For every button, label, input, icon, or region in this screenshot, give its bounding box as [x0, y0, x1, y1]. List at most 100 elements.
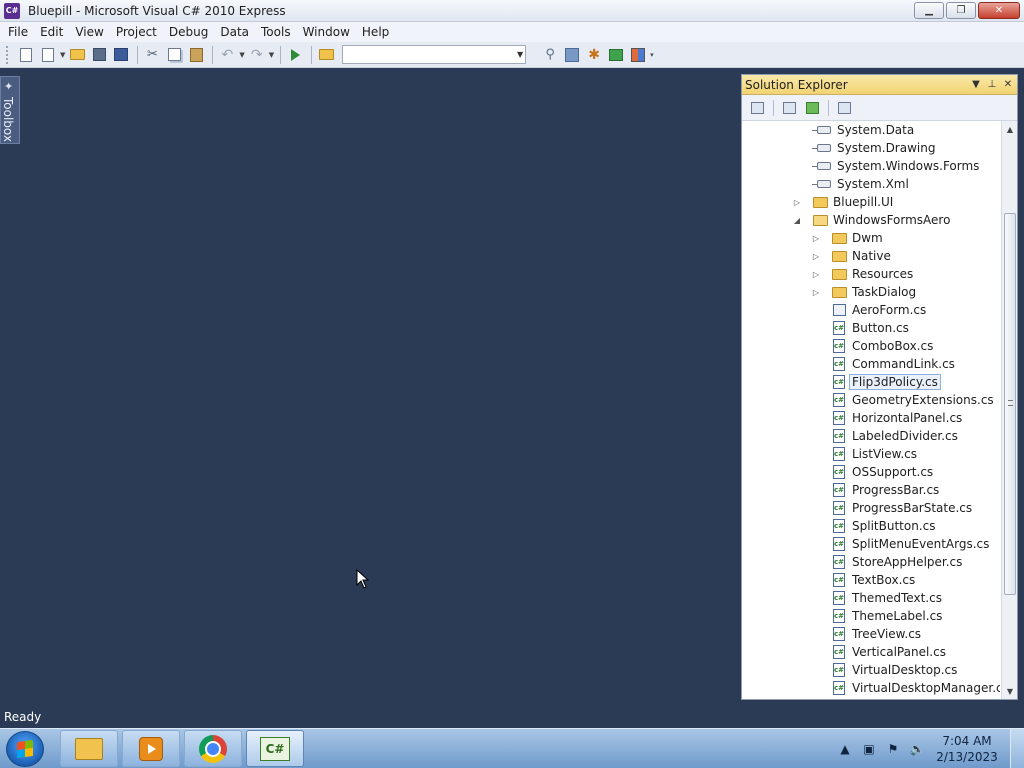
copy-button[interactable] — [164, 45, 184, 65]
chevron-down-icon[interactable]: ▼ — [517, 50, 523, 59]
tree-item[interactable]: c# CommandLink.cs — [742, 355, 1000, 373]
window-position-dropdown-icon[interactable]: ▼ — [969, 79, 983, 90]
tree-item[interactable]: c# Button.cs — [742, 319, 1000, 337]
tree-item[interactable]: c# ProgressBarState.cs — [742, 499, 1000, 517]
menu-project[interactable]: Project — [110, 22, 163, 42]
menu-edit[interactable]: Edit — [34, 22, 69, 42]
toolbar-grip[interactable] — [6, 45, 10, 64]
expand-arrow-icon[interactable]: ▷ — [811, 270, 821, 279]
cut-button[interactable]: ✂ — [142, 45, 162, 65]
tree-item[interactable]: c# TextBox.cs — [742, 571, 1000, 589]
show-all-files-button[interactable] — [780, 99, 798, 117]
tree-item[interactable]: c# Flip3dPolicy.cs — [742, 373, 1000, 391]
tree-item[interactable]: System.Data — [742, 121, 1000, 139]
close-panel-icon[interactable]: ✕ — [1001, 79, 1015, 90]
extension-manager-button[interactable] — [628, 45, 648, 65]
menu-debug[interactable]: Debug — [163, 22, 214, 42]
undo-dropdown-icon[interactable]: ▼ — [239, 51, 244, 59]
tree-item[interactable]: c# VirtualDesktop.cs — [742, 661, 1000, 679]
redo-button[interactable]: ↷ — [247, 45, 267, 65]
expand-arrow-icon[interactable]: ▷ — [811, 288, 821, 297]
start-button[interactable] — [6, 731, 44, 767]
taskbar-visual-csharp-button[interactable]: C# — [246, 730, 304, 767]
taskbar-chrome-button[interactable] — [184, 730, 242, 767]
new-project-button[interactable] — [16, 45, 36, 65]
start-debugging-button[interactable] — [285, 45, 305, 65]
tree-item[interactable]: ▷ Resources — [742, 265, 1000, 283]
menu-view[interactable]: View — [69, 22, 109, 42]
properties-button[interactable] — [562, 45, 582, 65]
undo-button[interactable]: ↶ — [217, 45, 237, 65]
menu-tools[interactable]: Tools — [255, 22, 297, 42]
properties-button[interactable] — [748, 99, 766, 117]
tree-item[interactable]: c# SplitMenuEventArgs.cs — [742, 535, 1000, 553]
collapse-arrow-icon[interactable]: ◢ — [792, 216, 802, 225]
menu-data[interactable]: Data — [214, 22, 255, 42]
action-center-icon[interactable]: ⚑ — [884, 742, 902, 756]
save-button[interactable] — [89, 45, 109, 65]
tree-item[interactable]: c# HorizontalPanel.cs — [742, 409, 1000, 427]
tree-item[interactable]: c# TreeView.cs — [742, 625, 1000, 643]
toolbox-button[interactable]: ✱ — [584, 45, 604, 65]
refresh-button[interactable] — [803, 99, 821, 117]
tree-item[interactable]: c# LabeledDivider.cs — [742, 427, 1000, 445]
pin-icon[interactable]: ⊥ — [985, 79, 999, 90]
paste-icon — [189, 47, 203, 62]
tree-item[interactable]: ▷ Native — [742, 247, 1000, 265]
paste-button[interactable] — [186, 45, 206, 65]
scroll-thumb[interactable] — [1004, 213, 1016, 595]
volume-icon[interactable]: 🔈 — [908, 742, 926, 756]
show-hidden-icons-icon[interactable]: ▲ — [836, 742, 854, 756]
tree-item[interactable]: c# StoreAppHelper.cs — [742, 553, 1000, 571]
toolbox-tab[interactable]: ✦ Toolbox — [0, 76, 20, 144]
find-in-files-button[interactable] — [316, 45, 336, 65]
tree-item[interactable]: ▷ Bluepill.UI — [742, 193, 1000, 211]
scroll-up-icon[interactable]: ▲ — [1002, 121, 1018, 137]
show-desktop-button[interactable] — [1010, 729, 1024, 768]
add-item-dropdown-icon[interactable]: ▼ — [60, 51, 65, 59]
tree-item-label: ComboBox.cs — [852, 339, 934, 353]
menu-window[interactable]: Window — [297, 22, 356, 42]
menu-file[interactable]: File — [2, 22, 34, 42]
expand-arrow-icon[interactable]: ▷ — [811, 252, 821, 261]
vertical-scrollbar[interactable]: ▲ ▼ — [1001, 121, 1017, 699]
tree-item[interactable]: c# ThemeLabel.cs — [742, 607, 1000, 625]
tree-item[interactable]: c# VirtualDesktopManager.cs — [742, 679, 1000, 697]
start-page-button[interactable] — [606, 45, 626, 65]
open-file-button[interactable] — [67, 45, 87, 65]
toolbar-options-icon[interactable]: ▾ — [650, 51, 654, 59]
save-all-button[interactable] — [111, 45, 131, 65]
expand-arrow-icon[interactable]: ▷ — [811, 234, 821, 243]
tree-item[interactable]: c# ThemedText.cs — [742, 589, 1000, 607]
tree-item[interactable]: c# VerticalPanel.cs — [742, 643, 1000, 661]
view-class-diagram-button[interactable] — [835, 99, 853, 117]
tree-item[interactable]: System.Windows.Forms — [742, 157, 1000, 175]
tree-item[interactable]: c# ComboBox.cs — [742, 337, 1000, 355]
add-item-button[interactable] — [38, 45, 58, 65]
tree-item[interactable]: ▷ Dwm — [742, 229, 1000, 247]
taskbar-explorer-button[interactable] — [60, 730, 118, 767]
tree-item[interactable]: System.Drawing — [742, 139, 1000, 157]
minimize-button[interactable]: ▁ — [914, 2, 944, 19]
expand-arrow-icon[interactable]: ▷ — [792, 198, 802, 207]
tree-item[interactable]: System.Xml — [742, 175, 1000, 193]
tree-item[interactable]: c# OSSupport.cs — [742, 463, 1000, 481]
tree-item[interactable]: ▷ TaskDialog — [742, 283, 1000, 301]
scroll-down-icon[interactable]: ▼ — [1002, 683, 1018, 699]
network-icon[interactable]: ▣ — [860, 742, 878, 756]
find-combo[interactable]: ▼ — [342, 45, 527, 64]
clock[interactable]: 7:04 AM 2/13/2023 — [932, 733, 1002, 765]
tree-item[interactable]: c# ListView.cs — [742, 445, 1000, 463]
maximize-button[interactable]: ❐ — [946, 2, 976, 19]
tree-item[interactable]: c# ProgressBar.cs — [742, 481, 1000, 499]
tree-item[interactable]: c# SplitButton.cs — [742, 517, 1000, 535]
tree-item[interactable]: c# GeometryExtensions.cs — [742, 391, 1000, 409]
tree-item[interactable]: ◢ WindowsFormsAero — [742, 211, 1000, 229]
menu-help[interactable]: Help — [356, 22, 395, 42]
visual-csharp-app-icon[interactable]: C# — [4, 2, 20, 19]
taskbar-media-player-button[interactable] — [122, 730, 180, 767]
close-button[interactable]: ✕ — [978, 2, 1020, 19]
redo-dropdown-icon[interactable]: ▼ — [269, 51, 274, 59]
solution-explorer-button[interactable]: ⚲ — [540, 45, 560, 65]
tree-item[interactable]: AeroForm.cs — [742, 301, 1000, 319]
